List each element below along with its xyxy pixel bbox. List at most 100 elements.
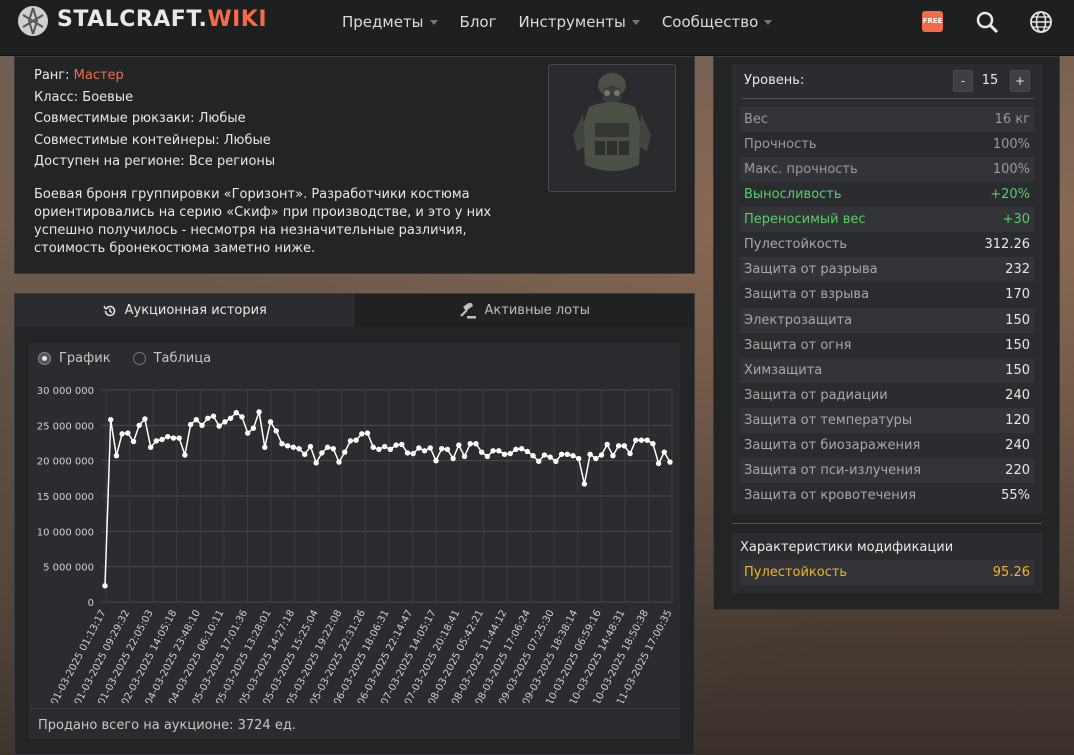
history-tabs: Аукционная история Активные лоты: [15, 294, 694, 327]
stat-value: 150: [1005, 337, 1030, 353]
nav-item-label: Блог: [459, 13, 497, 31]
level-value: 15: [981, 73, 999, 88]
data-point: [256, 409, 262, 415]
nav-item-tools[interactable]: Инструменты: [518, 13, 640, 31]
data-point: [364, 430, 371, 436]
stat-row: Переносимый вес +30: [740, 207, 1034, 233]
data-point: [216, 423, 222, 429]
stat-row: Химзащита 150: [740, 357, 1034, 383]
stat-value: +20%: [990, 187, 1030, 203]
data-point: [130, 438, 137, 445]
stat-row: Выносливость +20%: [740, 182, 1034, 207]
stat-name: Электрозащита: [744, 312, 853, 328]
data-point: [108, 416, 114, 423]
tab-active-lots[interactable]: Активные лоты: [354, 294, 694, 327]
data-point: [359, 431, 365, 437]
stat-name: Защита от взрыва: [744, 287, 870, 303]
item-image: [548, 64, 676, 192]
stat-value: 150: [1005, 362, 1030, 378]
nav-item-community[interactable]: Сообщество: [661, 13, 773, 31]
data-point: [136, 422, 142, 429]
data-point: [187, 421, 194, 428]
data-point: [199, 422, 205, 429]
stat-value: 220: [1005, 462, 1030, 478]
data-point: [547, 454, 553, 460]
radio-chart[interactable]: График: [38, 351, 111, 366]
stat-value: 100%: [992, 137, 1030, 153]
data-point: [370, 444, 376, 450]
stats-table: Уровень: - 15 + Вес 16 кг Прочность 100% Мак…: [732, 64, 1042, 514]
data-point: [119, 431, 125, 437]
data-point: [461, 453, 468, 460]
data-point: [633, 437, 639, 443]
stat-name: Химзащита: [744, 362, 823, 378]
modification-stats: Характеристики модификации Пулестойкость…: [732, 533, 1042, 593]
stat-row: Прочность 100%: [740, 132, 1034, 157]
data-point: [501, 451, 508, 458]
stat-name: Вес: [744, 112, 769, 127]
radio-label: График: [59, 351, 111, 366]
data-point: [638, 437, 645, 443]
item-description: Боевая броня группировки «Горизонт». Раз…: [34, 187, 492, 256]
stat-name: Защита от биозаражения: [744, 437, 921, 453]
radio-indicator: [38, 352, 51, 365]
item-info-panel: Ранг: Мастер Класс: Боевые Совместимые р…: [14, 56, 695, 274]
data-point: [478, 449, 485, 455]
nav-item-label: Сообщество: [661, 13, 759, 31]
data-point: [558, 451, 565, 458]
tab-label: Аукционная история: [124, 303, 267, 318]
site-logo[interactable]: STALCRAFT.WIKI: [57, 7, 267, 32]
mod-stat-name: Пулестойкость: [744, 565, 848, 580]
data-point: [324, 444, 331, 450]
logo-icon[interactable]: [17, 5, 49, 37]
data-point: [627, 450, 633, 457]
data-point: [347, 438, 354, 444]
chart-container: График Таблица 0 5 000 000 10 000 000 15 00…: [29, 343, 680, 739]
radio-label: Таблица: [153, 351, 212, 366]
stat-value: 232: [1005, 262, 1030, 278]
stat-name: Защита от пси-излучения: [744, 462, 921, 478]
data-point: [284, 443, 291, 449]
data-point: [610, 453, 616, 459]
data-point: [570, 453, 576, 459]
level-increase-button[interactable]: +: [1010, 70, 1030, 92]
nav-item-items[interactable]: Предметы: [342, 13, 438, 31]
tab-auction-history[interactable]: Аукционная история: [15, 294, 355, 327]
data-point: [598, 452, 605, 458]
data-point: [210, 413, 217, 419]
data-point: [536, 458, 542, 465]
free-icon[interactable]: FREE: [922, 11, 943, 32]
data-point: [650, 441, 656, 447]
divider: [732, 523, 1042, 524]
y-tick-label: 0: [88, 598, 94, 609]
data-point: [524, 448, 531, 455]
data-point: [319, 450, 325, 456]
stat-name: Макс. прочность: [744, 162, 858, 178]
stat-value: 16 кг: [994, 112, 1030, 127]
level-decrease-button[interactable]: -: [953, 70, 973, 92]
data-point: [404, 450, 411, 456]
backpacks-line: Совместимые рюкзаки: Любые: [34, 111, 246, 126]
y-tick-label: 10 000 000: [37, 527, 94, 538]
data-point: [193, 416, 200, 423]
globe-icon[interactable]: [1029, 10, 1053, 34]
data-point: [541, 452, 548, 458]
data-point: [513, 446, 519, 453]
stat-row: Защита от пси-излучения 220: [740, 457, 1034, 483]
stat-row: Пулестойкость 312.26: [740, 232, 1034, 257]
search-icon[interactable]: [975, 10, 999, 34]
price-chart: 0 5 000 000 10 000 000 15 000 000 20 000 000…: [37, 386, 675, 703]
data-point: [227, 415, 234, 421]
stat-row: Защита от радиации 240: [740, 383, 1034, 408]
stat-name: Прочность: [744, 137, 817, 153]
radio-table[interactable]: Таблица: [132, 351, 212, 366]
data-point: [530, 453, 536, 459]
rank-line: Ранг: Мастер: [34, 68, 124, 83]
data-point: [376, 446, 382, 453]
nav-item-label: Инструменты: [518, 13, 626, 31]
data-point: [302, 451, 308, 458]
nav-item-blog[interactable]: Блог: [460, 13, 497, 31]
data-point: [330, 445, 336, 452]
sold-total: Продано всего на аукционе: 3724 ед.: [38, 718, 296, 733]
view-toggle: График Таблица: [38, 351, 211, 366]
